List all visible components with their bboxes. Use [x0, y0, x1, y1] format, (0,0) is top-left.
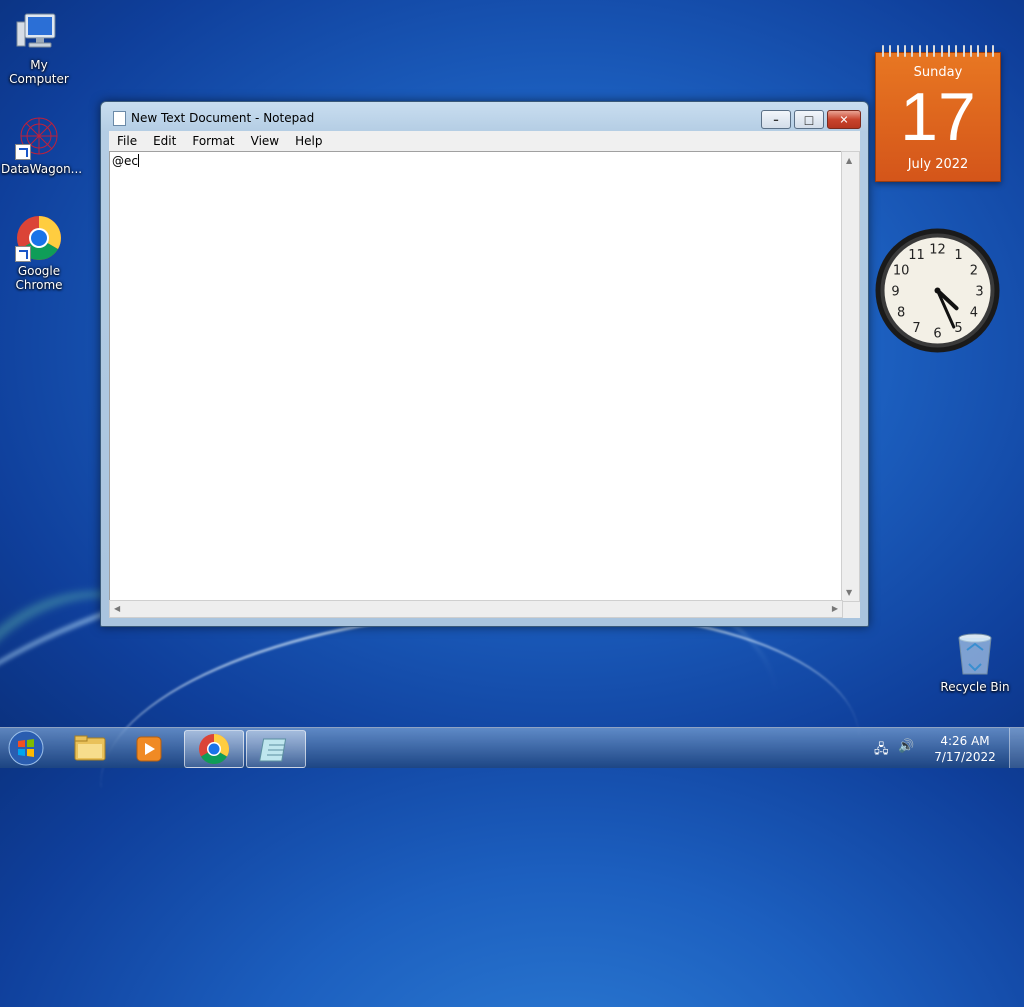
clock-number: 3: [975, 285, 983, 300]
clock-gadget[interactable]: 12 1 2 3 4 5 6 7 8 9 10 11: [874, 227, 1001, 354]
clock-number: 12: [929, 243, 946, 258]
taskbar-google-chrome[interactable]: [184, 730, 244, 768]
clock-number: 4: [970, 306, 978, 321]
close-button[interactable]: ✕: [827, 110, 861, 129]
show-desktop-button[interactable]: [1009, 728, 1024, 768]
windows-logo-icon: [8, 730, 44, 766]
chrome-icon: [199, 734, 230, 765]
horizontal-scrollbar[interactable]: ◀ ▶: [109, 600, 843, 618]
close-icon: ✕: [839, 113, 849, 126]
taskbar-media-player[interactable]: [120, 730, 178, 766]
calendar-rings: [882, 45, 994, 57]
minimize-button[interactable]: –: [761, 110, 791, 129]
clock-number: 9: [891, 285, 899, 300]
title-bar[interactable]: New Text Document - Notepad – □ ✕: [101, 102, 868, 132]
clock-number: 1: [954, 248, 962, 263]
clock-number: 10: [893, 264, 910, 279]
resize-grip[interactable]: [843, 602, 860, 618]
calendar-gadget[interactable]: Sunday 17 July 2022: [875, 45, 1001, 182]
taskbar-notepad[interactable]: [246, 730, 306, 768]
calendar-date: 17: [900, 79, 976, 155]
network-icon[interactable]: 🖧: [874, 740, 889, 762]
clock-number: 2: [970, 264, 978, 279]
clock-number: 5: [954, 321, 962, 336]
minimize-icon: –: [773, 113, 779, 126]
taskbar: 🖧 🔊 4:26 AM 7/17/2022: [0, 727, 1024, 768]
datawagon-icon: [15, 112, 63, 160]
scroll-down-icon[interactable]: ▼: [846, 588, 852, 597]
text-caret: [137, 154, 139, 167]
media-player-icon: [136, 736, 162, 762]
window-title: New Text Document - Notepad: [131, 111, 315, 125]
scroll-up-icon[interactable]: ▲: [846, 156, 852, 165]
start-button[interactable]: [6, 728, 46, 768]
menu-view[interactable]: View: [243, 134, 287, 148]
desktop-icon-label: Recycle Bin: [940, 680, 1010, 694]
desktop-icon-my-computer[interactable]: My Computer: [1, 8, 77, 86]
menu-bar: File Edit Format View Help: [109, 131, 860, 151]
scroll-left-icon[interactable]: ◀: [114, 604, 120, 613]
notepad-window[interactable]: New Text Document - Notepad – □ ✕ File E…: [100, 101, 869, 627]
maximize-icon: □: [803, 113, 815, 126]
calendar-month-year: July 2022: [907, 157, 969, 172]
shortcut-arrow-icon: [15, 144, 31, 160]
recycle-bin-icon: [951, 630, 999, 678]
clock-number: 8: [897, 306, 905, 321]
desktop-icon-label: Google Chrome: [15, 264, 63, 292]
scroll-right-icon[interactable]: ▶: [832, 604, 838, 613]
taskbar-windows-explorer[interactable]: [60, 730, 118, 766]
shortcut-arrow-icon: [15, 246, 31, 262]
desktop-icon-datawagon[interactable]: DataWagon...: [1, 112, 83, 176]
clock-number: 6: [933, 327, 941, 342]
calendar-day-name: Sunday: [913, 65, 963, 80]
taskbar-clock[interactable]: 4:26 AM 7/17/2022: [930, 733, 1000, 765]
text-editor[interactable]: @ec: [109, 151, 843, 602]
menu-help[interactable]: Help: [287, 134, 330, 148]
taskbar-time: 4:26 AM: [940, 734, 990, 748]
desktop-icon-recycle-bin[interactable]: Recycle Bin: [937, 630, 1013, 694]
taskbar-date: 7/17/2022: [934, 750, 996, 764]
computer-icon: [15, 8, 63, 56]
vertical-scrollbar[interactable]: ▲ ▼: [841, 151, 860, 602]
system-tray: 🖧 🔊 4:26 AM 7/17/2022: [874, 728, 1004, 768]
menu-edit[interactable]: Edit: [145, 134, 184, 148]
desktop-icon-google-chrome[interactable]: Google Chrome: [1, 214, 77, 292]
menu-format[interactable]: Format: [184, 134, 242, 148]
chrome-icon: [15, 214, 63, 262]
clock-number: 7: [912, 321, 920, 336]
volume-icon[interactable]: 🔊: [898, 739, 914, 754]
clock-number: 11: [908, 248, 925, 263]
notepad-icon: [259, 738, 287, 762]
editor-content: @ec: [112, 154, 138, 168]
clock-face: 12 12 3 45678 9 1011: [875, 228, 1000, 353]
notepad-icon: [113, 111, 126, 126]
desktop-icon-label: DataWagon...: [1, 162, 83, 176]
desktop-icon-label: My Computer: [9, 58, 69, 86]
folder-icon: [74, 735, 106, 761]
menu-file[interactable]: File: [109, 134, 145, 148]
maximize-button[interactable]: □: [794, 110, 824, 129]
